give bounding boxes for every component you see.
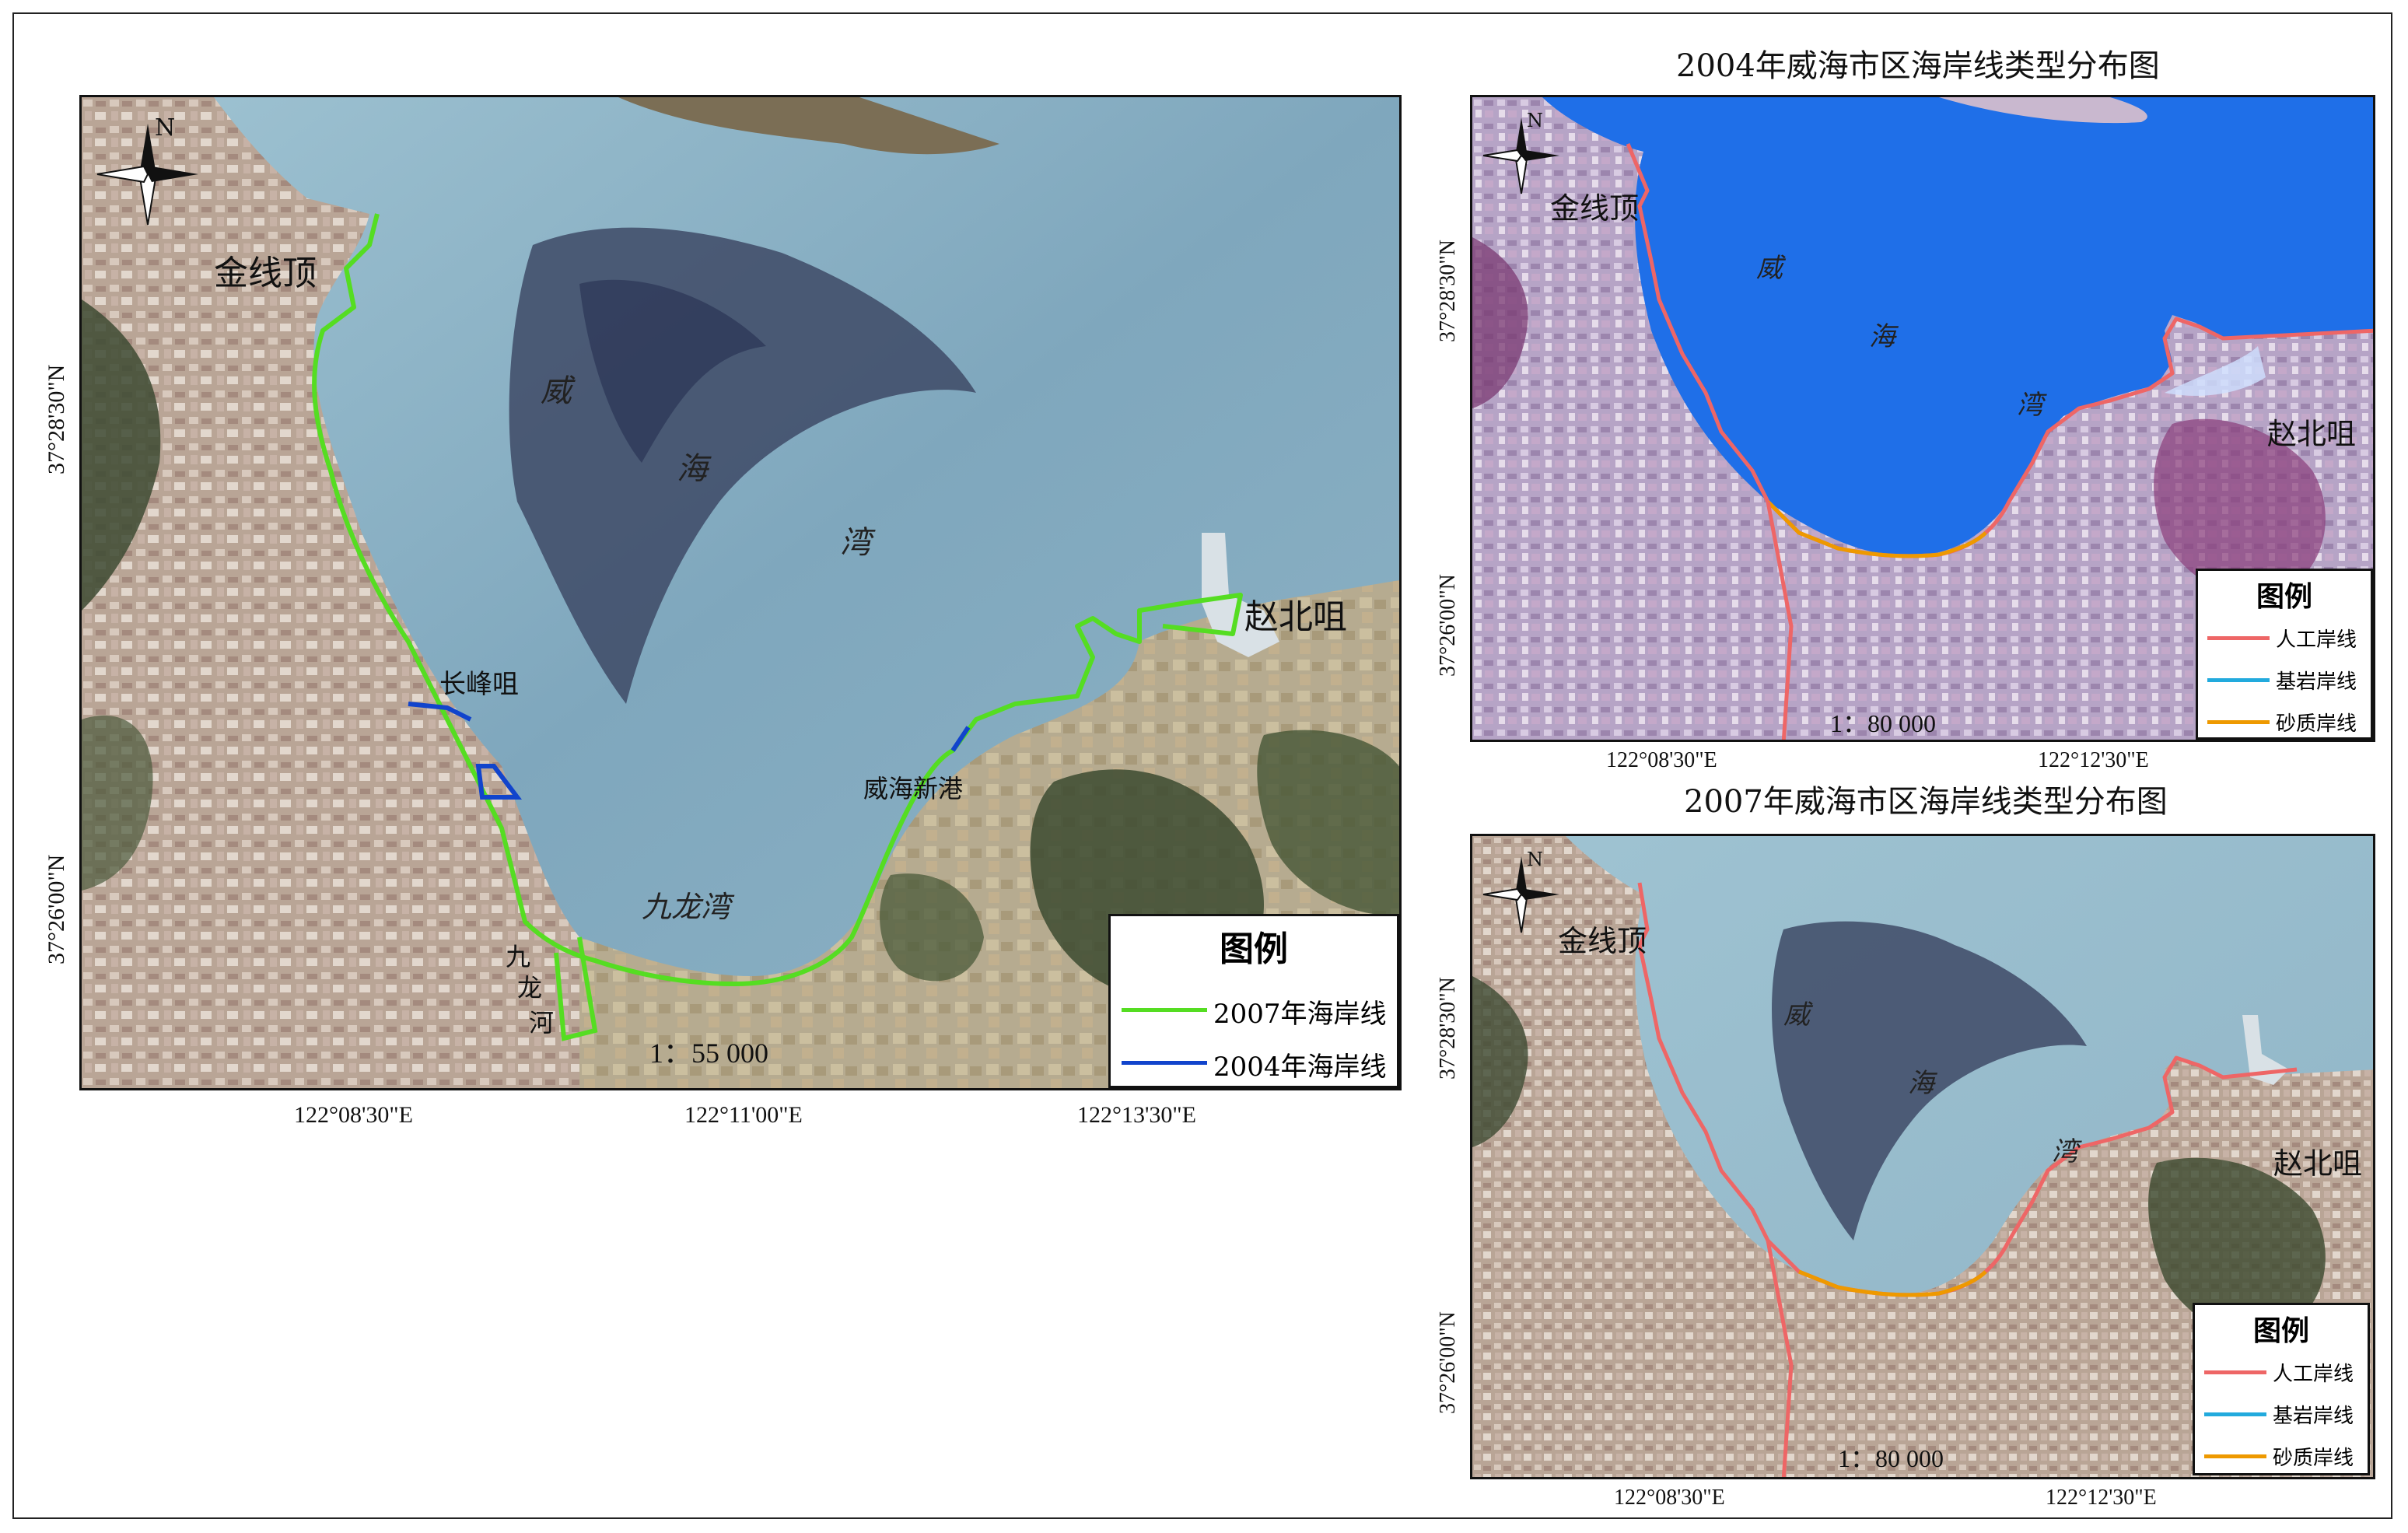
place-jiulonghe-2: 龙 [517, 973, 543, 1003]
place-jiulonghe-3: 河 [529, 1008, 555, 1038]
legend-swatch-sandy [2204, 1454, 2266, 1458]
place-zhaobeizui: 赵北咀 [2273, 1146, 2363, 1181]
map-2004-scale: 1：80 000 [1830, 709, 1937, 737]
bay-char-wei: 威 [1756, 253, 1783, 284]
main-map[interactable]: N 金线顶 赵北咀 长峰咀 威海新港 九龙湾 九 龙 河 威 海 湾 1：55 … [79, 95, 1402, 1090]
main-scale: 1：55 000 [649, 1038, 769, 1069]
map-2007[interactable]: N 金线顶 赵北咀 威 海 湾 1：80 000 图例 人工岸线 基岩岸线 砂质… [1470, 834, 2375, 1479]
bay-char-hai: 海 [1908, 1068, 1934, 1099]
bay-char-hai: 海 [677, 451, 708, 487]
legend-label-bedrock: 基岩岸线 [2276, 670, 2357, 694]
legend-label-artificial: 人工岸线 [2273, 1363, 2354, 1386]
map-2004-ytick-2: 37°26'00"N [1436, 574, 1460, 677]
place-jinxianding: 金线顶 [1550, 191, 1640, 226]
legend-swatch-artificial [2204, 1370, 2266, 1374]
bay-char-hai: 海 [1869, 321, 1895, 352]
place-jinxianding: 金线顶 [214, 254, 317, 293]
legend-swatch-sandy [2207, 720, 2270, 724]
bay-char-wei: 威 [1783, 999, 1810, 1031]
bay-char-wei: 威 [541, 373, 572, 409]
map-2007-xtick-2: 122°12'30"E [2046, 1486, 2157, 1510]
map-2004-legend: 图例 人工岸线 基岩岸线 砂质岸线 [2196, 569, 2373, 740]
map-2007-ytick-1: 37°28'30"N [1436, 977, 1460, 1080]
legend-label-bedrock: 基岩岸线 [2273, 1405, 2354, 1428]
legend-label-sandy: 砂质岸线 [2276, 712, 2357, 736]
main-legend-swatch-2007 [1122, 1008, 1207, 1012]
bay-char-wan: 湾 [840, 525, 871, 561]
legend-swatch-bedrock [2207, 678, 2270, 682]
north-arrow-icon: N [89, 114, 206, 233]
map-2004-xtick-1: 122°08'30"E [1606, 748, 1717, 772]
north-arrow-icon: N [1479, 849, 1564, 937]
map-2004[interactable]: N 金线顶 赵北咀 威 海 湾 1：80 000 图例 人工岸线 基岩岸线 砂质… [1470, 95, 2375, 742]
map-2004-xtick-2: 122°12'30"E [2038, 748, 2149, 772]
main-ytick-1: 37°28'30"N [44, 364, 69, 474]
compass-n-label: N [1527, 849, 1543, 870]
main-legend-title: 图例 [1220, 929, 1288, 969]
bay-char-wan: 湾 [2017, 390, 2043, 421]
main-xtick-1: 122°08'30"E [294, 1102, 413, 1128]
place-jinxianding: 金线顶 [1558, 924, 1647, 958]
place-jiulongwan: 九龙湾 [642, 890, 731, 924]
bay-char-wan: 湾 [2052, 1136, 2078, 1167]
map-2007-ytick-2: 37°26'00"N [1436, 1311, 1460, 1414]
compass-n-label: N [1527, 110, 1543, 131]
map-2007-legend-title: 图例 [2252, 1314, 2309, 1347]
main-legend-swatch-2004 [1122, 1061, 1207, 1065]
main-legend: 图例 2007年海岸线 2004年海岸线 [1108, 914, 1399, 1088]
place-zhaobeizui: 赵北咀 [2267, 417, 2357, 451]
legend-label-sandy: 砂质岸线 [2273, 1447, 2354, 1470]
main-xtick-2: 122°11'00"E [684, 1102, 803, 1128]
place-changfengzui: 长峰咀 [439, 669, 519, 700]
map-2004-ytick-1: 37°28'30"N [1436, 240, 1460, 342]
map-2007-scale: 1：80 000 [1838, 1444, 1944, 1472]
place-zhaobeizui: 赵北咀 [1244, 597, 1347, 637]
legend-label-artificial: 人工岸线 [2276, 628, 2357, 652]
map-2004-title: 2004年威海市区海岸线类型分布图 [1676, 48, 2160, 84]
main-xtick-3: 122°13'30"E [1077, 1102, 1196, 1128]
legend-swatch-bedrock [2204, 1412, 2266, 1416]
main-legend-label-2004: 2004年海岸线 [1213, 1052, 1387, 1083]
place-weihaixingang: 威海新港 [863, 774, 964, 803]
map-2007-xtick-1: 122°08'30"E [1614, 1486, 1725, 1510]
map-2007-legend: 图例 人工岸线 基岩岸线 砂质岸线 [2193, 1303, 2370, 1475]
compass-n-label: N [155, 114, 176, 142]
main-ytick-2: 37°26'00"N [44, 854, 69, 964]
map-2007-title: 2007年威海市区海岸线类型分布图 [1684, 784, 2168, 820]
map-2004-legend-title: 图例 [2256, 580, 2312, 613]
legend-swatch-artificial [2207, 636, 2270, 640]
main-legend-label-2007: 2007年海岸线 [1213, 999, 1387, 1030]
